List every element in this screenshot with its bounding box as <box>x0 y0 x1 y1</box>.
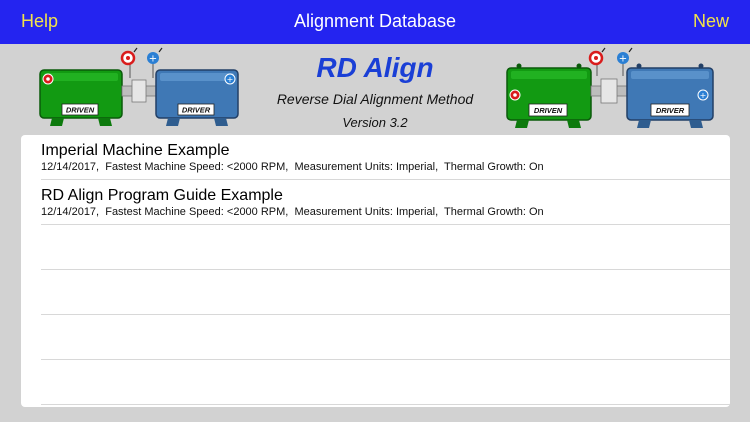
svg-text:+: + <box>149 54 157 65</box>
driven-label: DRIVEN <box>66 106 95 115</box>
app-title: RD Align <box>316 52 434 83</box>
svg-text:+: + <box>619 54 627 65</box>
svg-text:+: + <box>227 75 234 84</box>
app-version: Version 3.2 <box>342 115 408 130</box>
list-item-detail: 12/14/2017, Fastest Machine Speed: <2000… <box>41 206 544 218</box>
app-subtitle: Reverse Dial Alignment Method <box>276 91 474 107</box>
blue-plus-icon: + <box>617 47 633 65</box>
machine-illustration-left: + DRIVEN + DRIVER <box>39 47 239 126</box>
list-item[interactable]: RD Align Program Guide Example 12/14/201… <box>21 180 730 225</box>
navigation-bar: Help Alignment Database New <box>0 0 750 44</box>
red-target-icon <box>588 47 606 66</box>
list-item[interactable]: Imperial Machine Example 12/14/2017, Fas… <box>21 135 730 180</box>
machine-illustration-right: + DRIVEN + DRIVER <box>506 47 714 128</box>
row-divider <box>41 404 730 405</box>
blue-plus-icon: + <box>147 47 163 65</box>
list-item <box>21 270 730 315</box>
list-item-title: RD Align Program Guide Example <box>41 187 283 204</box>
list-item <box>21 360 730 405</box>
new-button[interactable]: New <box>693 11 729 32</box>
alignment-list: Imperial Machine Example 12/14/2017, Fas… <box>21 135 730 407</box>
page-title: Alignment Database <box>293 11 457 31</box>
driven-label: DRIVEN <box>534 106 563 115</box>
list-item <box>21 225 730 270</box>
list-item-detail: 12/14/2017, Fastest Machine Speed: <2000… <box>41 161 544 173</box>
driver-label: DRIVER <box>656 106 685 115</box>
svg-text:+: + <box>700 91 707 100</box>
driver-label: DRIVER <box>182 106 211 115</box>
list-item-title: Imperial Machine Example <box>41 142 230 159</box>
red-target-icon <box>120 47 138 66</box>
list-item <box>21 315 730 360</box>
